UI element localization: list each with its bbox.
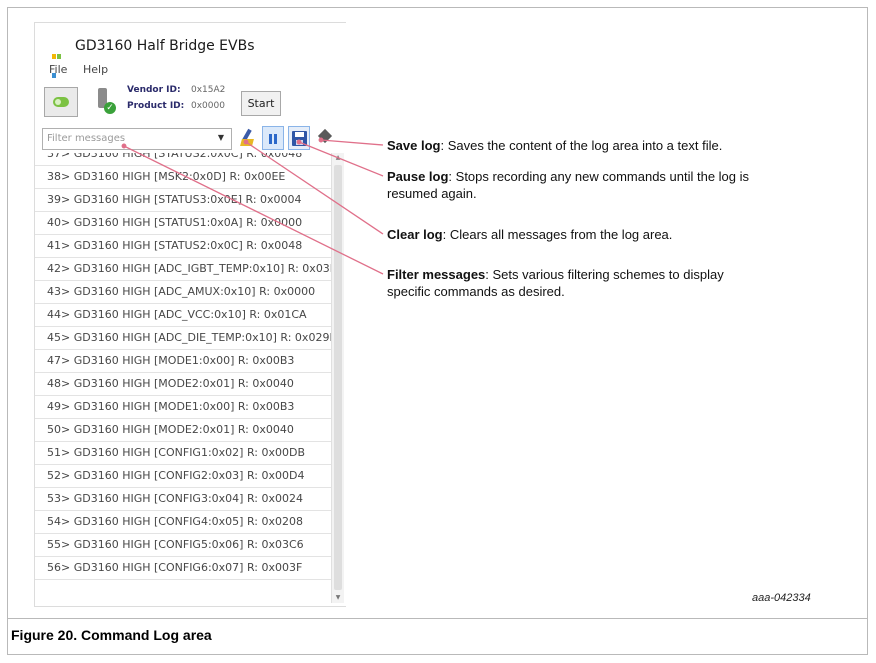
caption-separator [8, 618, 867, 619]
log-line: 39> GD3160 HIGH [STATUS3:0x0E] R: 0x0004 [35, 189, 331, 212]
log-line: 45> GD3160 HIGH [ADC_DIE_TEMP:0x10] R: 0… [35, 327, 331, 350]
connect-toggle-button[interactable] [44, 87, 78, 117]
more-button[interactable] [316, 126, 338, 150]
nxp-logo [52, 44, 66, 78]
clear-log-callout: Clear log: Clears all messages from the … [387, 227, 673, 242]
figure-id: aaa-042334 [752, 592, 811, 604]
menu-bar: File Help [35, 63, 347, 77]
vendor-id-value: 0x15A2 [191, 85, 226, 95]
menu-help[interactable]: Help [83, 63, 108, 76]
log-line: 40> GD3160 HIGH [STATUS1:0x0A] R: 0x0000 [35, 212, 331, 235]
scroll-down-icon[interactable]: ▼ [332, 593, 344, 603]
log-line: 47> GD3160 HIGH [MODE1:0x00] R: 0x00B3 [35, 350, 331, 373]
scroll-thumb[interactable] [334, 165, 342, 590]
log-line: 53> GD3160 HIGH [CONFIG3:0x04] R: 0x0024 [35, 488, 331, 511]
log-scrollbar[interactable]: ▲ ▼ [331, 153, 344, 603]
figure-caption: Figure 20. Command Log area [11, 627, 212, 643]
more-icon [317, 128, 333, 144]
log-line: 38> GD3160 HIGH [MSK2:0x0D] R: 0x00EE [35, 166, 331, 189]
log-line: 49> GD3160 HIGH [MODE1:0x00] R: 0x00B3 [35, 396, 331, 419]
log-area[interactable]: 37> GD3160 HIGH [STATUS2:0x0C] R: 0x0048… [35, 153, 347, 606]
clear-log-button[interactable] [238, 126, 260, 150]
start-button[interactable]: Start [241, 91, 281, 116]
scroll-up-icon[interactable]: ▲ [332, 153, 344, 163]
product-id-value: 0x0000 [191, 101, 225, 111]
app-window: GD3160 Half Bridge EVBs File Help ✓ Vend… [34, 22, 346, 607]
log-line: 52> GD3160 HIGH [CONFIG2:0x03] R: 0x00D4 [35, 465, 331, 488]
filter-messages-input[interactable]: Filter messages [42, 128, 232, 150]
log-line: 41> GD3160 HIGH [STATUS2:0x0C] R: 0x0048 [35, 235, 331, 258]
save-log-button[interactable] [288, 126, 310, 150]
pause-log-button[interactable] [262, 126, 284, 150]
pause-log-callout: Pause log: Stops recording any new comma… [387, 169, 750, 201]
log-line: 54> GD3160 HIGH [CONFIG4:0x05] R: 0x0208 [35, 511, 331, 534]
app-title: GD3160 Half Bridge EVBs [75, 38, 255, 54]
log-line: 48> GD3160 HIGH [MODE2:0x01] R: 0x0040 [35, 373, 331, 396]
log-line: 55> GD3160 HIGH [CONFIG5:0x06] R: 0x03C6 [35, 534, 331, 557]
filter-messages-callout: Filter messages: Sets various filtering … [387, 267, 724, 299]
log-line: 44> GD3160 HIGH [ADC_VCC:0x10] R: 0x01CA [35, 304, 331, 327]
log-line: 42> GD3160 HIGH [ADC_IGBT_TEMP:0x10] R: … [35, 258, 331, 281]
log-line: 37> GD3160 HIGH [STATUS2:0x0C] R: 0x0048 [35, 153, 331, 166]
log-line: 51> GD3160 HIGH [CONFIG1:0x02] R: 0x00DB [35, 442, 331, 465]
title-bar: GD3160 Half Bridge EVBs [35, 37, 347, 78]
dropdown-arrow-icon[interactable]: ▼ [213, 129, 229, 147]
log-toolbar: Filter messages ▼ [35, 124, 347, 152]
vendor-id-label: Vendor ID: [127, 85, 181, 95]
product-id-label: Product ID: [127, 101, 185, 111]
toggle-icon [53, 97, 69, 107]
save-log-callout: Save log: Saves the content of the log a… [387, 138, 723, 153]
save-disk-icon [292, 131, 307, 146]
log-line: 43> GD3160 HIGH [ADC_AMUX:0x10] R: 0x000… [35, 281, 331, 304]
log-line: 50> GD3160 HIGH [MODE2:0x01] R: 0x0040 [35, 419, 331, 442]
menu-file[interactable]: File [49, 63, 67, 76]
toolbar: ✓ Vendor ID: 0x15A2 Product ID: 0x0000 S… [35, 79, 347, 121]
usb-device-icon: ✓ [95, 88, 117, 116]
log-line: 56> GD3160 HIGH [CONFIG6:0x07] R: 0x003F [35, 557, 331, 580]
pause-icon [269, 134, 272, 144]
